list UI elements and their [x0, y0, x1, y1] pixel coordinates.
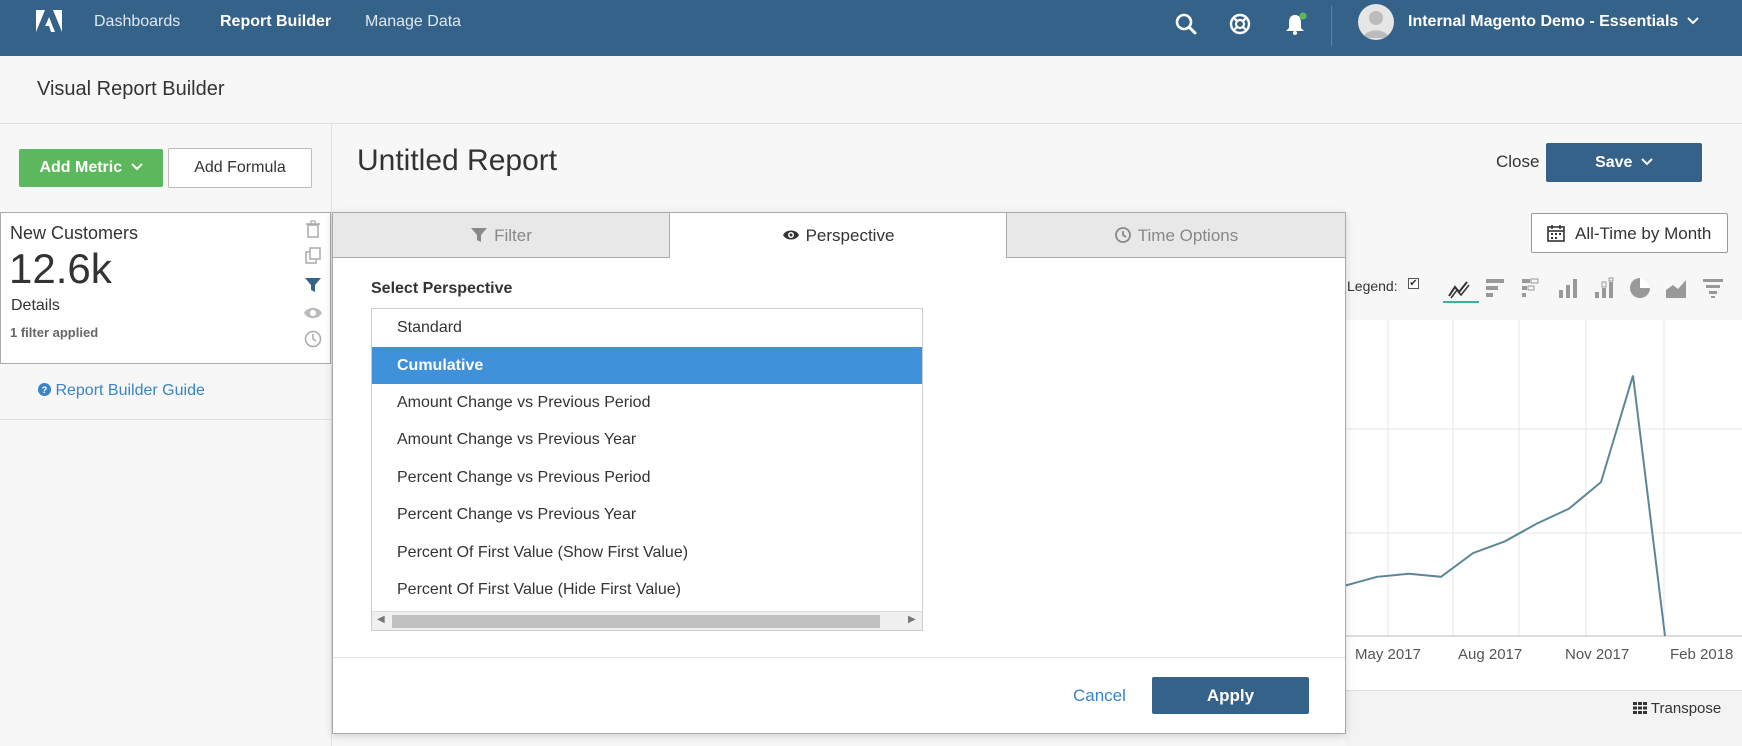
adobe-logo-icon[interactable]	[36, 10, 62, 32]
legend-toggle-label: Legend:	[1347, 278, 1398, 294]
x-tick-label: Nov 2017	[1565, 646, 1630, 663]
pie-chart-icon[interactable]	[1628, 276, 1652, 300]
tab-perspective[interactable]: Perspective	[670, 213, 1007, 258]
account-name: Internal Magento Demo - Essentials	[1408, 13, 1679, 30]
x-tick-label: Aug 2017	[1458, 646, 1523, 663]
report-builder-guide-link[interactable]: ? Report Builder Guide	[38, 382, 205, 400]
report-title[interactable]: Untitled Report	[357, 144, 557, 178]
perspective-option[interactable]: Percent Of First Value (Show First Value…	[372, 534, 922, 571]
clock-icon	[1114, 227, 1131, 243]
stacked-vertical-bar-icon[interactable]	[1592, 276, 1616, 300]
horizontal-scrollbar[interactable]: ◀ ▶	[372, 611, 922, 630]
nav-dashboards[interactable]: Dashboards	[94, 13, 180, 31]
chart-gridlines	[1345, 320, 1742, 637]
clock-icon[interactable]	[303, 329, 323, 349]
perspective-option-selected[interactable]: Cumulative	[372, 347, 922, 384]
funnel-chart-icon[interactable]	[1701, 276, 1725, 300]
help-circle-icon: ?	[38, 383, 51, 396]
add-metric-label: Add Metric	[39, 159, 123, 176]
guide-label: Report Builder Guide	[55, 382, 205, 399]
tab-time-options-label: Time Options	[1137, 226, 1239, 245]
transpose-label: Transpose	[1650, 700, 1722, 717]
close-link[interactable]: Close	[1496, 152, 1539, 172]
chevron-down-icon	[1641, 158, 1653, 166]
tab-filter[interactable]: Filter	[333, 213, 670, 258]
perspective-option[interactable]: Amount Change vs Previous Period	[372, 384, 922, 421]
metric-card[interactable]: New Customers 12.6k Details 1 filter app…	[0, 212, 331, 364]
perspective-option[interactable]: Percent Of First Value (Hide First Value…	[372, 571, 922, 608]
legend-checkbox[interactable]: ✔	[1408, 278, 1419, 289]
eye-icon[interactable]	[303, 303, 323, 323]
line-chart	[1345, 320, 1742, 690]
notification-bell-icon[interactable]	[1283, 12, 1307, 36]
eye-icon	[782, 230, 799, 240]
help-lifebuoy-icon[interactable]	[1228, 12, 1252, 36]
scroll-right-arrow-icon[interactable]: ▶	[908, 614, 916, 625]
data-table-area	[1345, 690, 1742, 746]
vertical-bar-chart-icon[interactable]	[1556, 276, 1580, 300]
page-header: Visual Report Builder	[0, 56, 1742, 124]
metric-value: 12.6k	[9, 245, 112, 292]
tab-perspective-label: Perspective	[805, 226, 895, 245]
add-formula-button[interactable]: Add Formula	[168, 148, 312, 188]
grid-icon	[1633, 702, 1647, 714]
transpose-button[interactable]: Transpose	[1633, 700, 1721, 717]
cancel-button[interactable]: Cancel	[1073, 686, 1126, 706]
time-range-label: All-Time by Month	[1575, 224, 1712, 243]
metric-details-link[interactable]: Details	[11, 297, 60, 315]
select-perspective-label: Select Perspective	[371, 280, 513, 297]
line-chart-icon[interactable]	[1447, 276, 1471, 300]
page-title: Visual Report Builder	[37, 78, 225, 100]
add-metric-button[interactable]: Add Metric	[19, 149, 163, 187]
metrics-sidebar: Add Metric Add Formula New Customers 12.…	[0, 124, 332, 746]
top-nav: Dashboards Report Builder Manage Data In…	[0, 0, 1742, 56]
x-tick-label: Feb 2018	[1670, 646, 1734, 663]
tab-time-options[interactable]: Time Options	[1007, 213, 1345, 258]
nav-report-builder[interactable]: Report Builder	[220, 13, 331, 31]
scroll-left-arrow-icon[interactable]: ◀	[377, 614, 385, 625]
chevron-down-icon	[1687, 17, 1699, 25]
active-chart-type-indicator	[1443, 301, 1479, 303]
filter-icon	[471, 228, 488, 242]
perspective-option[interactable]: Percent Change vs Previous Period	[372, 459, 922, 496]
user-avatar-icon	[1363, 11, 1389, 38]
time-range-button[interactable]: All-Time by Month	[1531, 213, 1728, 253]
sidebar-divider	[0, 419, 331, 420]
svg-text:?: ?	[42, 385, 48, 395]
search-icon[interactable]	[1174, 12, 1198, 36]
metric-filter-count: 1 filter applied	[10, 325, 99, 340]
perspective-option[interactable]: Amount Change vs Previous Year	[372, 421, 922, 458]
save-button[interactable]: Save	[1546, 143, 1702, 182]
save-label: Save	[1595, 154, 1633, 171]
stacked-horizontal-bar-icon[interactable]	[1519, 276, 1543, 300]
chevron-down-icon	[130, 163, 143, 171]
series-line	[1345, 375, 1666, 637]
duplicate-icon[interactable]	[303, 246, 323, 266]
nav-manage-data[interactable]: Manage Data	[365, 13, 461, 31]
horizontal-bar-chart-icon[interactable]	[1483, 276, 1507, 300]
filter-icon[interactable]	[303, 275, 323, 295]
avatar[interactable]	[1358, 4, 1394, 40]
perspective-option[interactable]: Standard	[372, 309, 922, 346]
nav-divider	[1331, 6, 1332, 46]
calendar-icon	[1547, 225, 1565, 242]
modal-footer-divider	[333, 657, 1345, 658]
apply-button[interactable]: Apply	[1152, 677, 1309, 714]
perspective-option[interactable]: Percent Change vs Previous Year	[372, 496, 922, 533]
account-menu[interactable]: Internal Magento Demo - Essentials	[1408, 13, 1699, 31]
trash-icon[interactable]	[303, 219, 323, 239]
area-chart-icon[interactable]	[1664, 276, 1688, 300]
options-tab-bar: Filter Perspective Time Options	[333, 213, 1345, 258]
x-tick-label: May 2017	[1355, 646, 1421, 663]
metric-options-panel: Filter Perspective Time Options Select P…	[332, 212, 1346, 734]
perspective-listbox[interactable]: Standard Cumulative Amount Change vs Pre…	[371, 308, 923, 631]
metric-name: New Customers	[10, 223, 139, 243]
tab-filter-label: Filter	[494, 226, 532, 245]
scrollbar-thumb[interactable]	[392, 615, 880, 628]
